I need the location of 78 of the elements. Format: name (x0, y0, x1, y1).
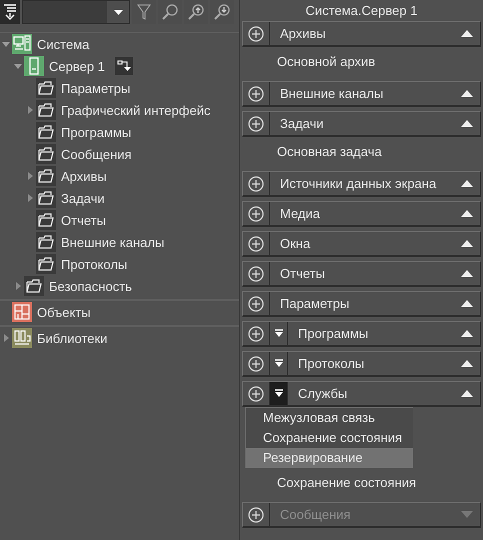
menu-item[interactable]: Сохранение состояния (246, 428, 413, 448)
collapse-caret-icon[interactable] (461, 330, 473, 337)
section-title: Архивы (279, 26, 327, 41)
tree-item[interactable]: Протоколы (61, 256, 128, 272)
folder-icon (24, 276, 44, 296)
tree-item[interactable]: Параметры (61, 80, 130, 96)
section-title: Задачи (279, 116, 325, 131)
section-header[interactable]: Отчеты (242, 261, 481, 287)
tree-item[interactable]: Система (37, 36, 90, 52)
section-title: Сообщения (279, 507, 352, 522)
menu-item[interactable]: Резервирование (246, 448, 413, 468)
section-title: Источники данных экрана (279, 176, 438, 191)
tree-item[interactable]: Сообщения (61, 146, 132, 162)
section-title: Протоколы (297, 356, 366, 371)
objects-icon (12, 302, 32, 322)
tree-item[interactable]: Отчеты (61, 212, 106, 228)
computer-network-icon (12, 34, 32, 54)
section-header[interactable]: Архивы (242, 21, 481, 47)
folder-icon (36, 188, 56, 208)
section-title: Отчеты (279, 266, 326, 281)
collapse-caret-icon[interactable] (461, 270, 473, 277)
tree-item[interactable]: Безопасность (49, 278, 132, 294)
menu-item[interactable]: Межузловая связь (246, 408, 413, 428)
filter-button[interactable] (270, 382, 288, 405)
filter-down-icon (274, 388, 284, 398)
libraries-icon (12, 328, 32, 348)
search-combo-field[interactable] (22, 0, 130, 24)
tree-item[interactable]: Внешние каналы (61, 234, 164, 250)
section-header[interactable]: Медиа (242, 201, 481, 227)
collapse-caret-icon[interactable] (461, 240, 473, 247)
section-item[interactable]: Основная задача (242, 137, 481, 167)
section-header[interactable]: Параметры (242, 291, 481, 317)
collapse-all-button[interactable] (0, 0, 20, 24)
folder-icon (36, 122, 56, 142)
tree-item[interactable]: Архивы (61, 168, 107, 184)
tree-item[interactable]: Программы (61, 124, 132, 140)
server-icon (24, 56, 44, 76)
folder-icon (36, 232, 56, 252)
folder-icon (36, 100, 56, 120)
tree-item[interactable]: Сервер 1 (49, 58, 105, 74)
tree-item[interactable]: Библиотеки (37, 330, 108, 346)
section-header[interactable]: Протоколы (242, 351, 481, 377)
collapse-caret-icon[interactable] (461, 360, 473, 367)
section-header[interactable]: Службы (242, 381, 481, 407)
collapse-caret-icon[interactable] (461, 30, 473, 37)
collapse-caret-icon[interactable] (461, 90, 473, 97)
collapse-caret-icon[interactable] (461, 390, 473, 397)
section-title: Окна (279, 236, 312, 251)
section-title: Службы (297, 386, 348, 401)
section-title: Параметры (279, 296, 350, 311)
panel-title: Система.Сервер 1 (304, 2, 418, 20)
section-header[interactable]: Внешние каналы (242, 81, 481, 107)
section-header[interactable]: Программы (242, 321, 481, 347)
folder-icon (36, 254, 56, 274)
filter-down-icon (274, 328, 284, 338)
tree-item[interactable]: Графический интерфейс (61, 102, 210, 118)
folder-icon (36, 210, 56, 230)
section-title: Медиа (279, 206, 321, 221)
section-header[interactable]: Источники данных экрана (242, 171, 481, 197)
section-header[interactable]: Окна (242, 231, 481, 257)
dropdown-arrow-icon[interactable] (114, 10, 122, 14)
section-header[interactable]: Задачи (242, 111, 481, 137)
folder-icon (36, 144, 56, 164)
section-item[interactable]: Основной архив (242, 47, 481, 77)
folder-icon (36, 78, 56, 98)
section-title: Программы (297, 326, 370, 341)
folder-icon (36, 166, 56, 186)
collapse-caret-icon[interactable] (461, 120, 473, 127)
collapse-caret-icon[interactable] (461, 300, 473, 307)
tree-item[interactable]: Объекты (37, 304, 91, 320)
collapse-caret-icon[interactable] (461, 210, 473, 217)
section-item[interactable]: Сохранение состояния (242, 468, 481, 498)
tree-item[interactable]: Задачи (61, 190, 105, 206)
section-title: Внешние каналы (279, 86, 384, 101)
expanded-arrow-icon[interactable] (2, 40, 10, 48)
expanded-arrow-icon[interactable] (14, 62, 22, 70)
collapse-caret-icon[interactable] (461, 180, 473, 187)
filter-down-icon (274, 358, 284, 368)
